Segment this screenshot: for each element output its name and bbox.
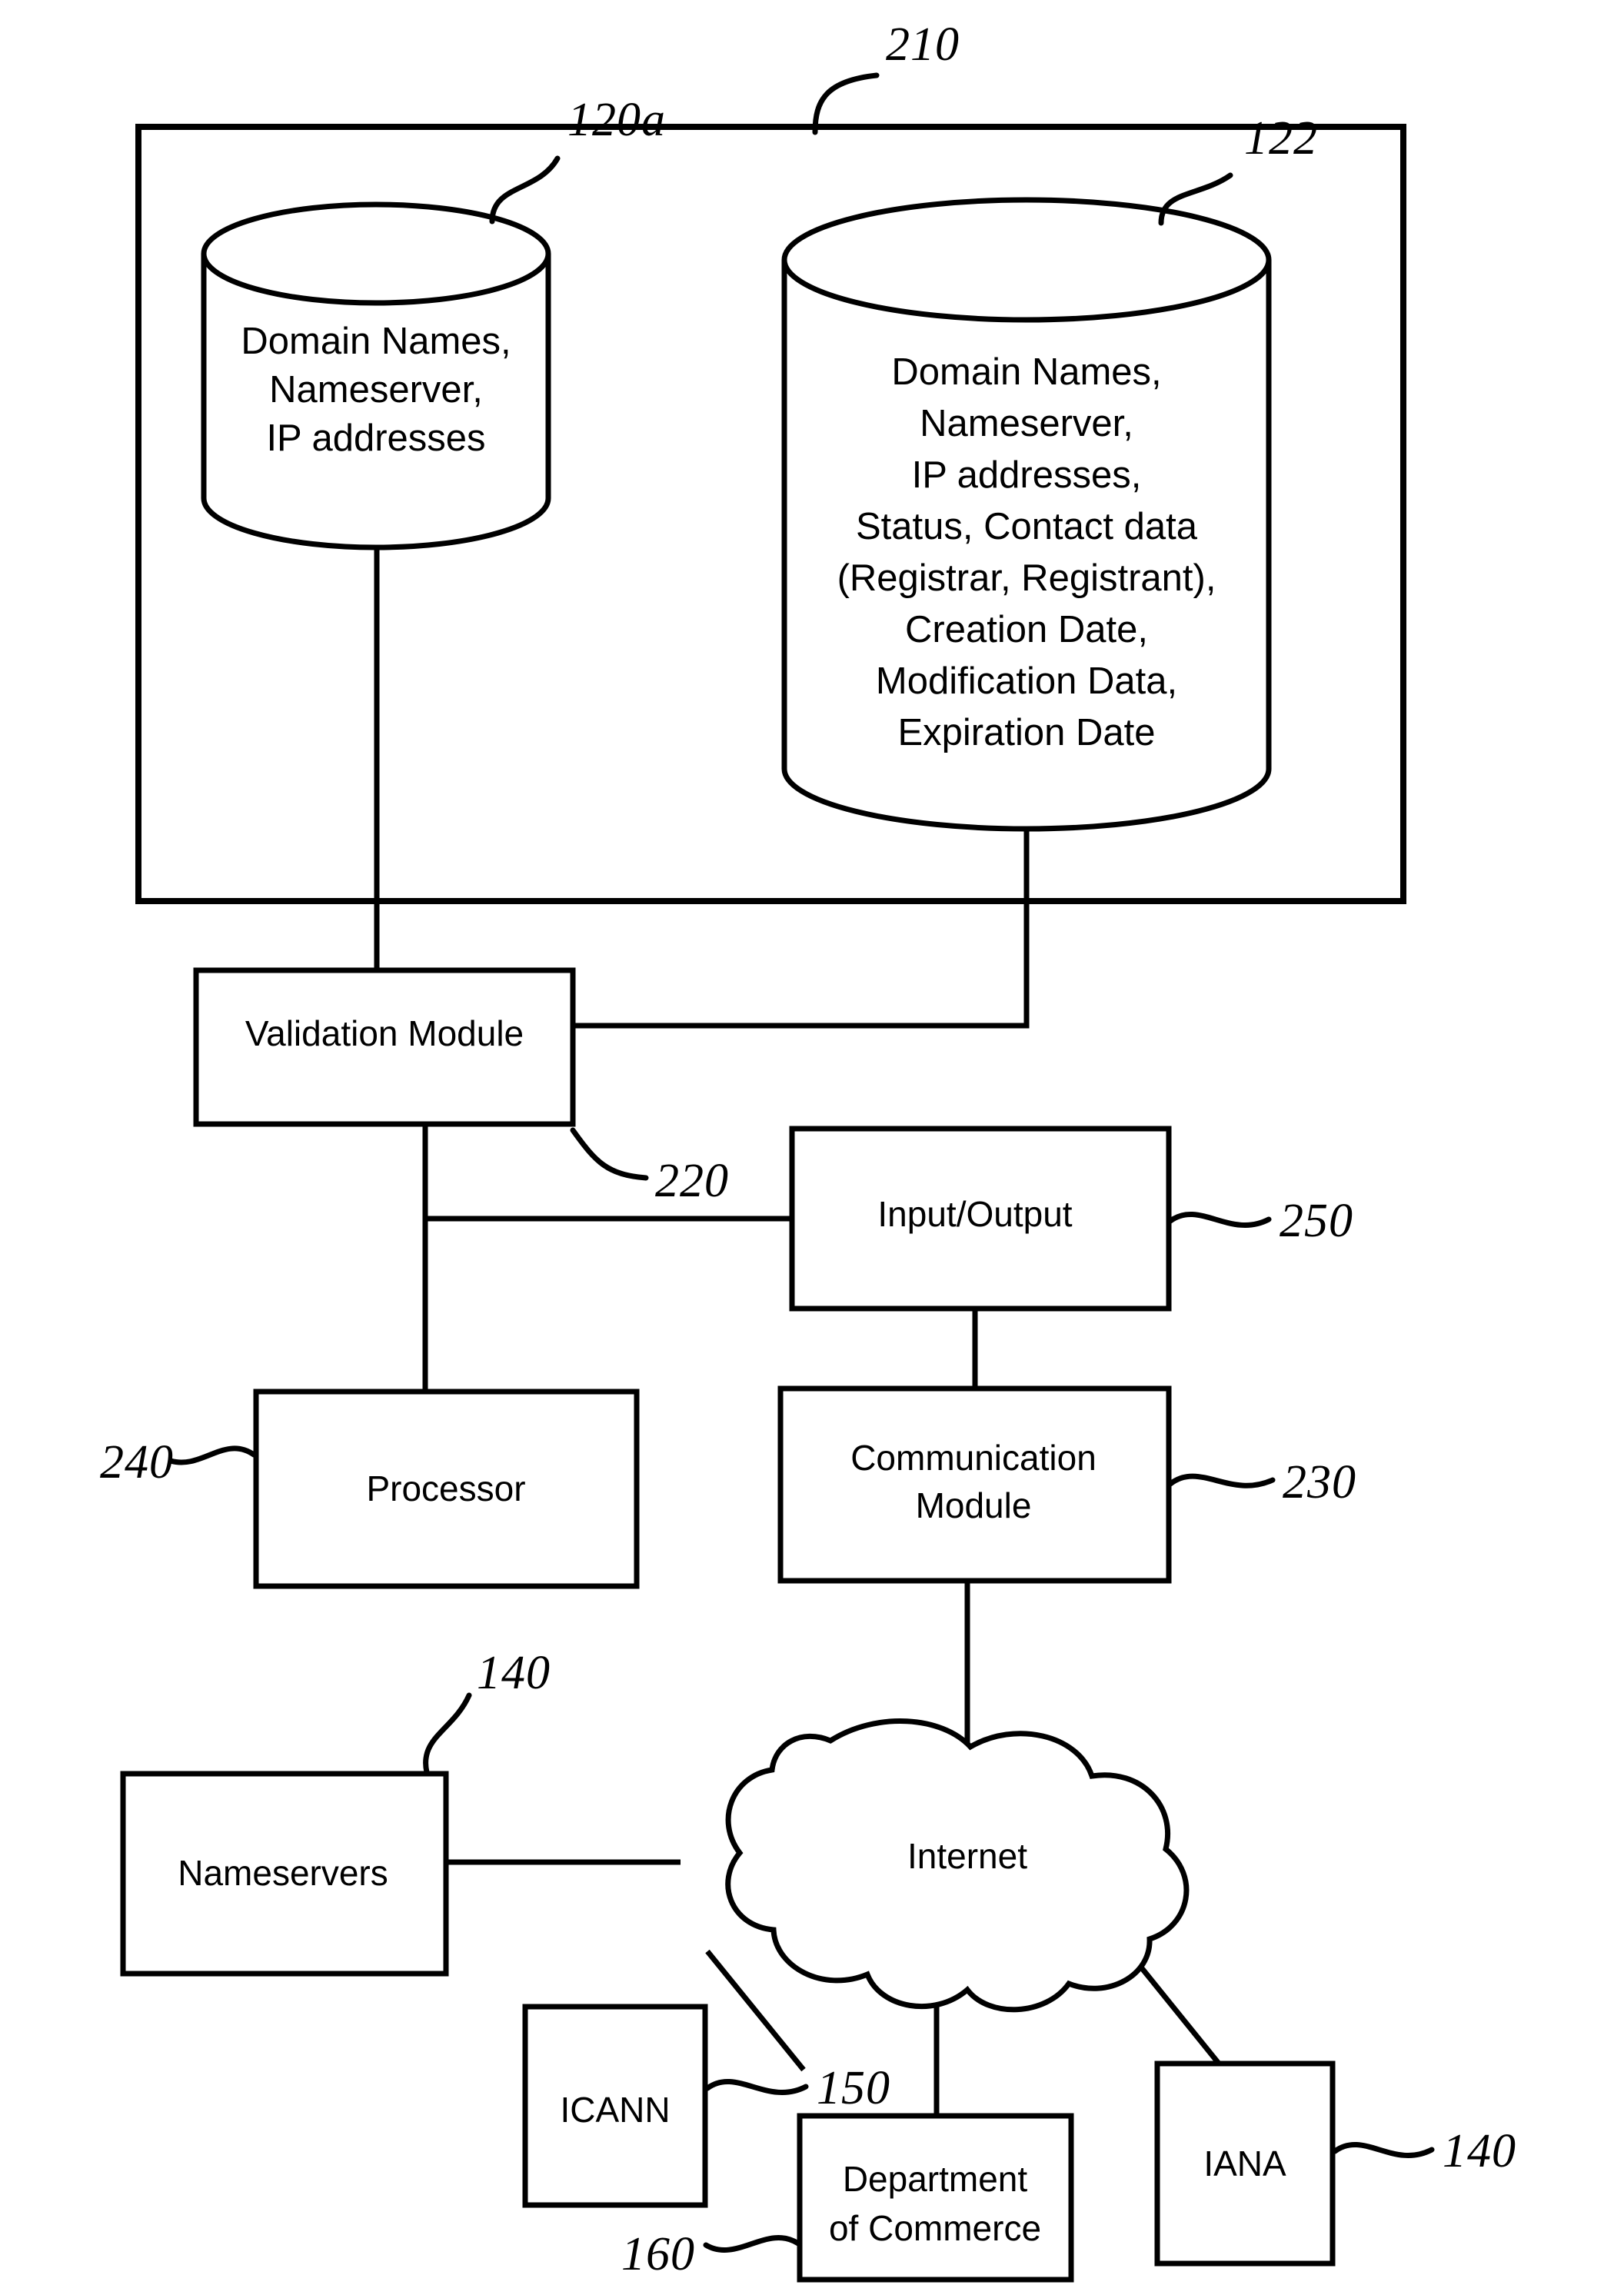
ref-numeral-230: 230 [1283, 1456, 1356, 1508]
datastore-right-line-4: (Registrar, Registrant), [837, 557, 1216, 599]
connector-datastore-right-to-validation [573, 829, 1030, 1029]
leader-line-250 [1167, 1211, 1272, 1229]
ref-numeral-120a: 120a [567, 94, 666, 146]
datastore-right-line-0: Domain Names, [891, 351, 1161, 393]
datastore-right-line-2: IP addresses, [912, 454, 1142, 496]
iana-label: IANA [1203, 2144, 1286, 2184]
validation-module-label: Validation Module [245, 1013, 524, 1053]
ref-numeral-220: 220 [655, 1155, 729, 1207]
datastore-right-line-6: Modification Data, [876, 660, 1177, 702]
communication-module-line-1: Module [916, 1485, 1032, 1525]
datastore-left-line-0: Domain Names, [241, 321, 511, 362]
connector-internet-to-icann [705, 1949, 806, 2072]
leader-line-150 [704, 2078, 809, 2096]
datastore-left-line-1: Nameserver, [269, 369, 483, 411]
department-of-commerce-line-0: Department [843, 2159, 1028, 2199]
icann-label: ICANN [560, 2090, 670, 2130]
processor-label: Processor [366, 1468, 525, 1508]
datastore-right-line-5: Creation Date, [905, 609, 1148, 650]
leader-line-210 [812, 72, 880, 135]
ref-numeral-140-iana: 140 [1443, 2125, 1516, 2177]
ref-numeral-160: 160 [621, 2228, 695, 2280]
department-of-commerce-line-1: of Commerce [829, 2208, 1041, 2248]
communication-module-box[interactable] [777, 1385, 1172, 1584]
datastore-right-line-7: Expiration Date [897, 712, 1155, 753]
ref-numeral-250: 250 [1280, 1195, 1353, 1247]
connector-internet-to-iana [1140, 1966, 1225, 2070]
input-output-label: Input/Output [877, 1194, 1072, 1234]
ref-numeral-150: 150 [817, 2062, 890, 2114]
leader-line-120a [489, 155, 561, 225]
leader-line-140-iana [1332, 2141, 1435, 2158]
leader-line-140-nameservers [423, 1692, 472, 1775]
datastore-right-line-1: Nameserver, [920, 403, 1133, 444]
datastore-right-line-3: Status, Contact data [856, 506, 1198, 547]
ref-numeral-210: 210 [886, 18, 960, 71]
communication-module-line-0: Communication [850, 1438, 1097, 1478]
ref-numeral-240: 240 [100, 1436, 174, 1488]
ref-numeral-140-nameservers: 140 [477, 1647, 551, 1699]
nameservers-label: Nameservers [178, 1853, 388, 1893]
patent-figure: Domain Names, Nameserver, IP addresses D… [0, 0, 1624, 2295]
leader-line-230 [1167, 1473, 1276, 1488]
internet-cloud-label: Internet [907, 1836, 1027, 1876]
leader-line-240 [168, 1445, 257, 1465]
ref-numeral-122: 122 [1244, 112, 1318, 165]
leader-line-220 [570, 1127, 649, 1181]
leader-line-160 [703, 2235, 801, 2253]
datastore-left-line-2: IP addresses [266, 417, 485, 459]
diagram-canvas: Domain Names, Nameserver, IP addresses D… [100, 18, 1516, 2283]
